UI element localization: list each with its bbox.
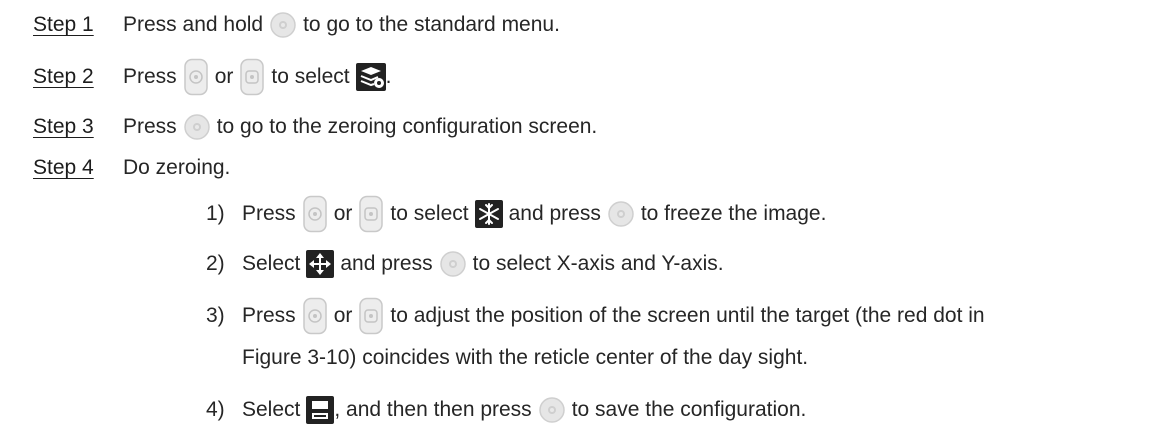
step-3-text: Press to go to the zeroing configuration… bbox=[123, 113, 597, 141]
substep-number: 4) bbox=[206, 398, 225, 421]
substep-number: 2) bbox=[206, 252, 225, 275]
substep-number: 3) bbox=[206, 304, 225, 327]
step-4-label: Step 4 bbox=[33, 156, 94, 179]
step-text-part: to select bbox=[271, 65, 350, 88]
step-text-part: to select bbox=[390, 202, 469, 225]
round-menu-button-icon bbox=[183, 113, 211, 141]
step-3-label: Step 3 bbox=[33, 115, 94, 138]
move-arrows-icon bbox=[306, 250, 335, 278]
step-text-part: to adjust the position of the screen unt… bbox=[390, 304, 985, 327]
step-text-part: Select bbox=[242, 252, 301, 275]
step-text-part: Figure 3-10) coincides with the reticle … bbox=[242, 346, 809, 369]
round-menu-button-icon bbox=[269, 11, 297, 39]
step-text-part: or bbox=[333, 304, 353, 327]
substep-4-text: 4) Select , and then then press to save … bbox=[206, 396, 806, 424]
substep-1-text: 1) Press or to select and press to freez… bbox=[206, 195, 826, 233]
down-rocker-button-icon bbox=[358, 195, 384, 233]
step-text-part: Select bbox=[242, 398, 301, 421]
step-text-part: Press and hold bbox=[123, 13, 264, 36]
step-text-part: or bbox=[214, 65, 234, 88]
step-text-part: . bbox=[385, 65, 392, 88]
up-rocker-button-icon bbox=[302, 195, 328, 233]
step-text-part: and press bbox=[508, 202, 601, 225]
save-disk-icon bbox=[306, 396, 335, 424]
step-1-text: Press and hold to go to the standard men… bbox=[123, 11, 560, 39]
step-text-part: or bbox=[333, 202, 353, 225]
zeroing-settings-icon bbox=[355, 63, 386, 91]
up-rocker-button-icon bbox=[183, 58, 209, 96]
substep-2-text: 2) Select and press to select X-axis and… bbox=[206, 250, 724, 278]
step-4-text: Do zeroing. bbox=[123, 156, 230, 180]
step-2-label: Step 2 bbox=[33, 65, 94, 88]
down-rocker-button-icon bbox=[358, 297, 384, 335]
round-menu-button-icon bbox=[538, 396, 566, 424]
step-text-part: to save the configuration. bbox=[571, 398, 807, 421]
step-text-part: Do zeroing. bbox=[123, 156, 231, 179]
zeroing-procedure: Step 1 Press and hold to go to the stand… bbox=[0, 0, 1151, 447]
step-text-part: to select X-axis and Y-axis. bbox=[472, 252, 724, 275]
step-text-part: to go to the standard menu. bbox=[303, 13, 560, 36]
step-1-label: Step 1 bbox=[33, 13, 94, 36]
substep-number: 1) bbox=[206, 202, 225, 225]
step-text-part: Press bbox=[123, 65, 177, 88]
step-text-part: , and then then press bbox=[334, 398, 532, 421]
step-text-part: Press bbox=[242, 304, 296, 327]
step-text-part: Press bbox=[123, 115, 177, 138]
step-text-part: to freeze the image. bbox=[640, 202, 827, 225]
round-menu-button-icon bbox=[607, 200, 635, 228]
step-text-part: to go to the zeroing configuration scree… bbox=[216, 115, 598, 138]
step-text-part: Press bbox=[242, 202, 296, 225]
substep-3-text: 3) Press or to adjust the position of th… bbox=[206, 297, 985, 335]
step-text-part: and press bbox=[340, 252, 433, 275]
round-menu-button-icon bbox=[439, 250, 467, 278]
step-2-text: Press or to select . bbox=[123, 58, 391, 96]
freeze-snowflake-icon bbox=[474, 200, 503, 228]
down-rocker-button-icon bbox=[239, 58, 265, 96]
up-rocker-button-icon bbox=[302, 297, 328, 335]
